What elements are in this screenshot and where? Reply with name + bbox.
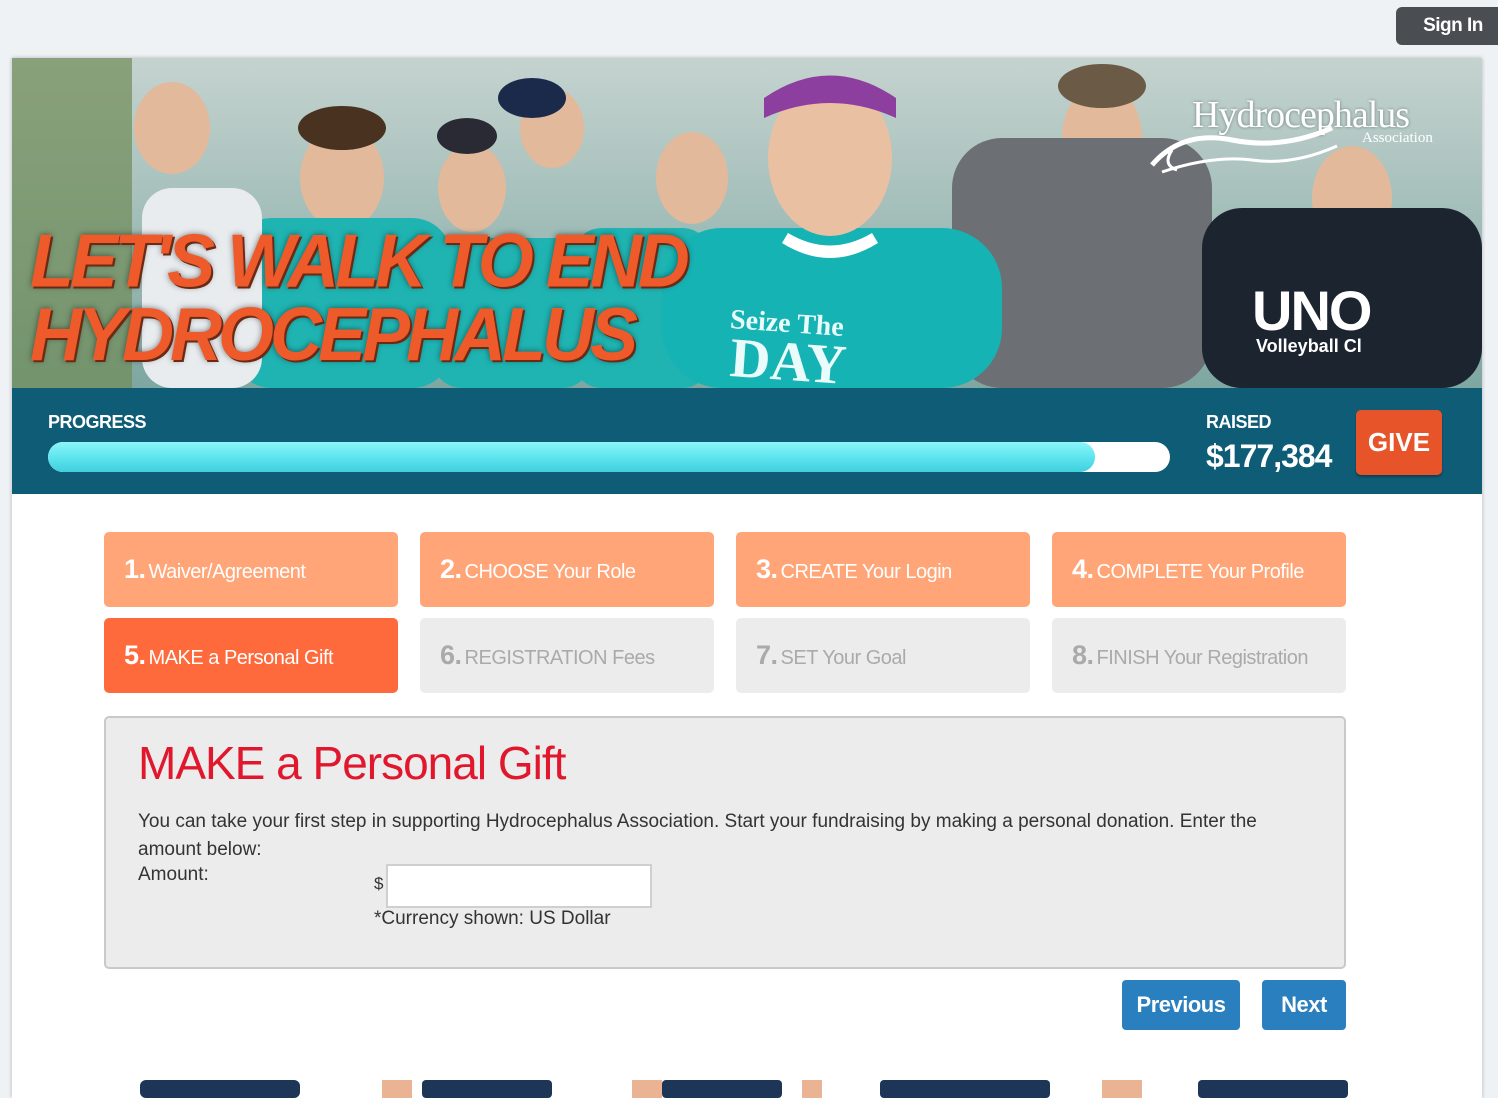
step-label: CREATE Your Login — [780, 561, 953, 583]
step-number: 4. — [1072, 554, 1094, 584]
association-logo-sub: Association — [1362, 130, 1433, 146]
currency-note: *Currency shown: US Dollar — [374, 908, 611, 929]
step-label: Waiver/Agreement — [148, 561, 306, 583]
step-number: 2. — [440, 554, 462, 584]
progress-section: PROGRESS RAISED $177,384 GIVE — [12, 388, 1482, 494]
step-finish-registration: 8. FINISH Your Registration — [1052, 618, 1346, 693]
jacket-print: UNO — [1252, 279, 1372, 342]
event-banner: Seize The DAY UNO Volleyball Cl LET'S WA… — [12, 58, 1482, 388]
step-label: REGISTRATION Fees — [464, 647, 656, 669]
step-complete-profile[interactable]: 4. COMPLETE Your Profile — [1052, 532, 1346, 607]
step-choose-role[interactable]: 2. CHOOSE Your Role — [420, 532, 714, 607]
amount-input[interactable] — [386, 864, 652, 908]
headline-line-1: LET'S WALK TO END — [30, 219, 690, 304]
step-waiver[interactable]: 1. Waiver/Agreement — [104, 532, 398, 607]
step-number: 6. — [440, 640, 462, 670]
sign-in-button[interactable]: Sign In — [1396, 7, 1498, 45]
give-button[interactable]: GIVE — [1356, 410, 1442, 475]
step-set-goal: 7. SET Your Goal — [736, 618, 1030, 693]
step-label: FINISH Your Registration — [1096, 647, 1309, 669]
headline-line-2: HYDROCEPHALUS — [30, 292, 638, 377]
step-number: 3. — [756, 554, 778, 584]
bottom-banner-peek — [140, 1080, 1348, 1098]
next-button[interactable]: Next — [1262, 980, 1346, 1030]
step-label: CHOOSE Your Role — [464, 561, 636, 583]
progress-fill — [48, 442, 1095, 472]
currency-symbol: $ — [374, 874, 384, 893]
raised-amount: $177,384 — [1206, 438, 1332, 474]
step-label: SET Your Goal — [780, 647, 907, 669]
jacket-print-sub: Volleyball Cl — [1256, 336, 1362, 356]
shirt-print-large: DAY — [727, 327, 849, 388]
registration-card: Seize The DAY UNO Volleyball Cl LET'S WA… — [12, 58, 1482, 1098]
step-label: MAKE a Personal Gift — [148, 647, 334, 669]
banner-headline: LET'S WALK TO END HYDROCEPHALUS — [30, 219, 690, 377]
step-label: COMPLETE Your Profile — [1096, 561, 1305, 583]
progress-label: PROGRESS — [48, 412, 147, 432]
panel-description: You can take your first step in supporti… — [138, 811, 1257, 860]
progress-track — [48, 442, 1170, 472]
logo-swoosh-icon — [1150, 125, 1338, 174]
panel-title: MAKE a Personal Gift — [138, 737, 566, 789]
step-number: 1. — [124, 554, 146, 584]
step-number: 7. — [756, 640, 778, 670]
step-personal-gift[interactable]: 5. MAKE a Personal Gift — [104, 618, 398, 693]
step-number: 8. — [1072, 640, 1094, 670]
step-create-login[interactable]: 3. CREATE Your Login — [736, 532, 1030, 607]
amount-label: Amount: — [138, 864, 209, 885]
raised-label: RAISED — [1206, 412, 1272, 432]
personal-gift-panel: MAKE a Personal Gift You can take your f… — [104, 716, 1346, 969]
previous-button[interactable]: Previous — [1122, 980, 1240, 1030]
step-registration-fees: 6. REGISTRATION Fees — [420, 618, 714, 693]
step-number: 5. — [124, 640, 146, 670]
